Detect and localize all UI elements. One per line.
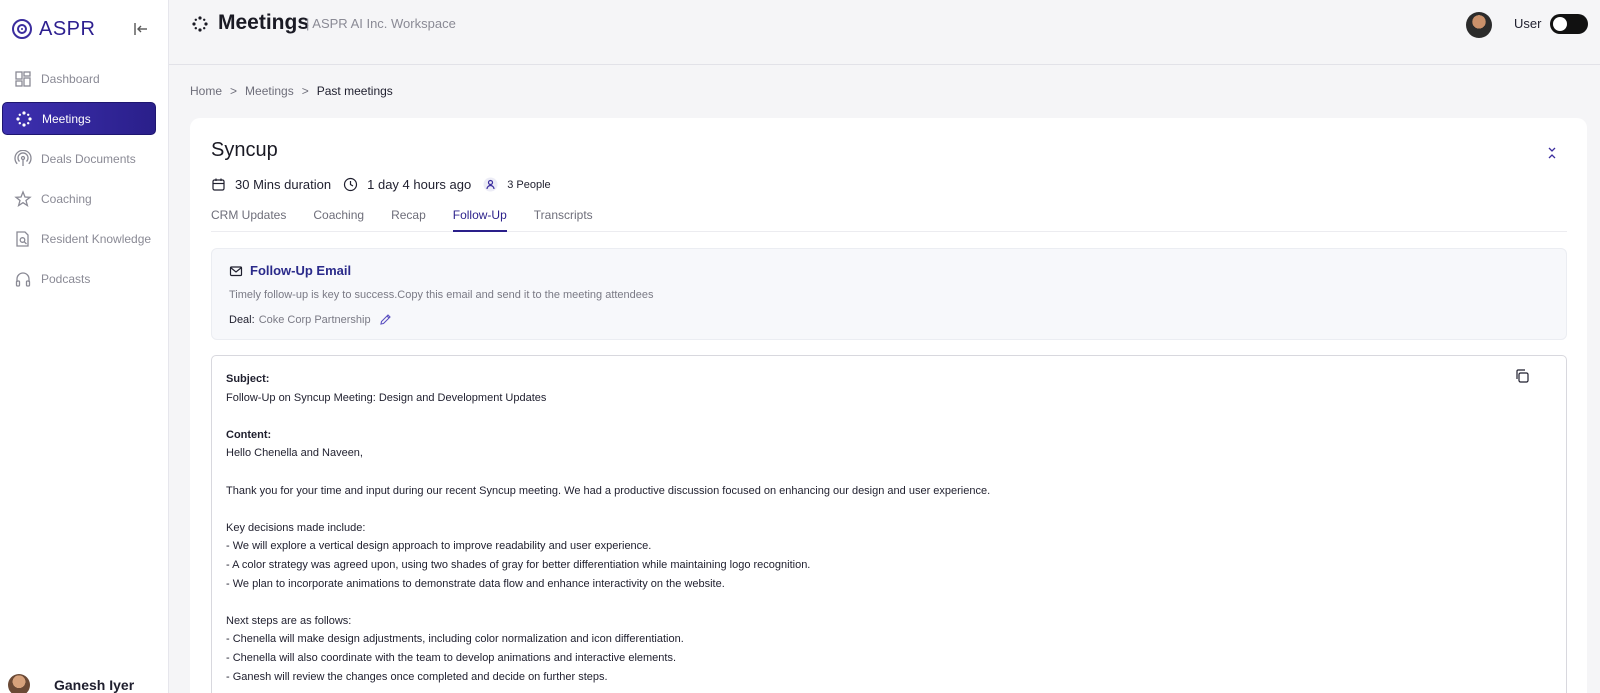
- brand-name: ASPR: [39, 17, 96, 40]
- next-steps-header: Next steps are as follows:: [226, 614, 352, 627]
- sidebar-item-meetings[interactable]: Meetings: [2, 102, 156, 135]
- sidebar-item-label: Deals Documents: [41, 151, 136, 166]
- sidebar-item-deals-documents[interactable]: Deals Documents: [2, 142, 156, 175]
- clock-icon: [344, 177, 358, 192]
- page-title: Meetings: [218, 11, 310, 34]
- meetings-icon: [192, 16, 208, 32]
- user-role-label: User: [1514, 16, 1542, 31]
- tab-follow-up[interactable]: Follow-Up: [452, 206, 507, 232]
- aspr-logo-icon: [12, 19, 32, 39]
- broadcast-icon: [14, 149, 32, 166]
- meetings-icon: [16, 110, 32, 127]
- decisions-header: Key decisions made include:: [226, 521, 366, 534]
- breadcrumb-home[interactable]: Home: [190, 84, 222, 98]
- time-ago-text: 1 day 4 hours ago: [367, 177, 472, 192]
- copy-icon[interactable]: [1514, 368, 1530, 384]
- time-ago-info: 1 day 4 hours ago: [343, 177, 471, 192]
- email-content-box[interactable]: Subject: Follow-Up on Syncup Meeting: De…: [211, 355, 1567, 693]
- decision-item: - We will explore a vertical design appr…: [226, 540, 652, 553]
- collapse-icon[interactable]: [1544, 145, 1560, 161]
- people-count: 3 People: [507, 178, 551, 191]
- follow-up-header: Follow-Up Email: [229, 263, 351, 278]
- calendar-icon: [212, 178, 225, 191]
- next-step-item: - Chenella will also coordinate with the…: [226, 651, 677, 664]
- top-header: Meetings | ASPR AI Inc. Workspace User: [169, 0, 1600, 65]
- meeting-tabs: CRM Updates Coaching Recap Follow-Up Tra…: [211, 206, 1567, 232]
- meeting-meta: 30 Mins duration 1 day 4 hours ago 3 Peo…: [211, 177, 563, 192]
- sidebar-item-resident-knowledge[interactable]: Resident Knowledge: [2, 222, 156, 255]
- mail-icon: [229, 265, 243, 276]
- sidebar-user[interactable]: Ganesh Iyer: [8, 674, 134, 693]
- star-icon: [14, 189, 32, 207]
- intro-text: Thank you for your time and input during…: [226, 484, 991, 497]
- breadcrumb-separator: >: [301, 84, 309, 98]
- tab-coaching[interactable]: Coaching: [313, 206, 364, 232]
- breadcrumb: Home > Meetings > Past meetings: [190, 84, 393, 98]
- user-mode-toggle[interactable]: [1550, 14, 1588, 34]
- avatar[interactable]: [1466, 12, 1492, 38]
- sidebar-item-label: Resident Knowledge: [41, 231, 152, 246]
- document-search-icon: [16, 230, 29, 247]
- tab-crm-updates[interactable]: CRM Updates: [211, 206, 286, 232]
- duration-info: 30 Mins duration: [211, 177, 331, 192]
- sidebar-item-label: Coaching: [41, 191, 92, 206]
- meeting-card: Syncup 30 Mins duration 1 day 4 hours ag…: [190, 118, 1587, 693]
- breadcrumb-current: Past meetings: [316, 84, 393, 98]
- duration-text: 30 Mins duration: [235, 177, 332, 192]
- breadcrumb-separator: >: [230, 84, 238, 98]
- pencil-icon[interactable]: [379, 313, 392, 326]
- breadcrumb-meetings[interactable]: Meetings: [245, 84, 294, 98]
- dashboard-icon: [15, 70, 31, 87]
- sidebar-item-label: Meetings: [42, 111, 91, 126]
- sidebar-item-podcasts[interactable]: Podcasts: [2, 262, 156, 295]
- subject-text: Follow-Up on Syncup Meeting: Design and …: [226, 391, 547, 404]
- person-icon: [483, 177, 498, 192]
- subject-label: Subject:: [226, 373, 270, 385]
- sidebar-item-label: Podcasts: [41, 271, 91, 286]
- follow-up-info: Follow-Up Email Timely follow-up is key …: [211, 248, 1567, 340]
- next-step-item: - Chenella will make design adjustments,…: [226, 633, 684, 646]
- next-step-item: - Ganesh will review the changes once co…: [226, 670, 608, 683]
- deal-value: Coke Corp Partnership: [258, 313, 371, 326]
- collapse-sidebar-icon[interactable]: [132, 20, 150, 38]
- sidebar-item-label: Dashboard: [41, 71, 100, 86]
- meeting-title: Syncup: [211, 139, 278, 161]
- decision-item: - A color strategy was agreed upon, usin…: [226, 558, 811, 571]
- follow-up-description: Timely follow-up is key to success.Copy …: [229, 289, 654, 301]
- decision-item: - We plan to incorporate animations to d…: [226, 577, 725, 590]
- sidebar: ASPR Dashboard Meetings Deals Documents: [0, 0, 169, 693]
- user-name: Ganesh Iyer: [54, 677, 135, 693]
- email-body: Subject: Follow-Up on Syncup Meeting: De…: [226, 370, 990, 686]
- tab-recap[interactable]: Recap: [391, 206, 426, 232]
- sidebar-item-coaching[interactable]: Coaching: [2, 182, 156, 215]
- headphones-icon: [15, 271, 31, 287]
- sidebar-item-dashboard[interactable]: Dashboard: [2, 62, 156, 95]
- people-info: 3 People: [483, 177, 551, 192]
- follow-up-title: Follow-Up Email: [250, 263, 352, 278]
- content-label: Content:: [226, 428, 272, 441]
- greeting-text: Hello Chenella and Naveen,: [226, 447, 363, 460]
- logo[interactable]: ASPR: [0, 0, 168, 58]
- tab-transcripts[interactable]: Transcripts: [534, 206, 593, 232]
- workspace-name: | ASPR AI Inc. Workspace: [306, 16, 456, 31]
- deal-label: Deal:: [229, 313, 255, 326]
- deal-row: Deal: Coke Corp Partnership: [229, 313, 392, 326]
- avatar: [8, 674, 30, 693]
